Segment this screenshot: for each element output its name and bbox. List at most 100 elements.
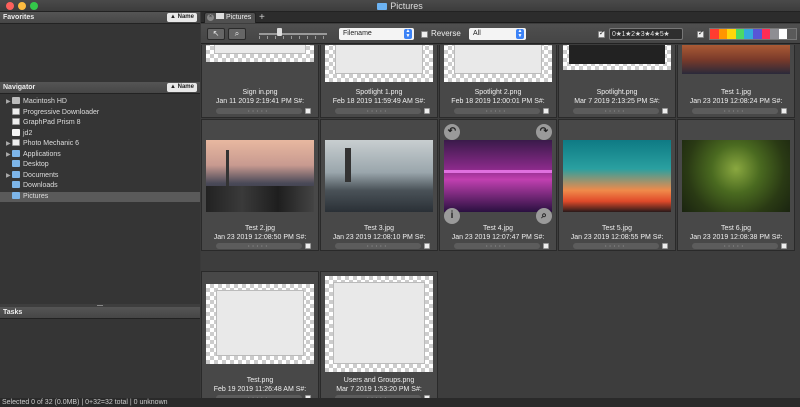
thumbnail-image — [325, 140, 433, 212]
navigator-item-applications[interactable]: ▶ Applications — [0, 149, 200, 161]
color-swatch[interactable] — [735, 29, 745, 39]
document-icon — [12, 128, 20, 136]
rating-bar[interactable]: ••••• — [692, 108, 778, 114]
rating-bar[interactable]: ••••• — [335, 108, 421, 114]
tag-checkbox[interactable] — [305, 108, 311, 114]
navigator-item-jd2[interactable]: jd2 — [0, 128, 200, 140]
star-rating-filter[interactable]: 0★1★2★3★4★5★ — [609, 28, 683, 40]
navigator-sort-button[interactable]: ▲ Name — [167, 83, 197, 92]
navigator-item-downloads[interactable]: Downloads — [0, 181, 200, 192]
slider-knob[interactable] — [277, 28, 282, 36]
info-icon[interactable]: i — [444, 208, 460, 224]
thumbnail-filename: Test 2.jpg — [245, 225, 275, 232]
rating-bar[interactable]: ••••• — [335, 243, 421, 249]
tag-checkbox[interactable] — [662, 243, 668, 249]
app-icon — [12, 118, 20, 125]
navigator-item-graphpad-prism[interactable]: GraphPad Prism 8 — [0, 118, 200, 129]
navigator-item-documents[interactable]: ▶ Documents — [0, 170, 200, 182]
thumbnail-date: Jan 11 2019 2:19:41 PM S#: — [215, 98, 305, 105]
color-filter-checkbox[interactable] — [697, 29, 704, 38]
sidebar: Favorites ▲ Name Navigator ▲ Name ▶ Macin… — [0, 12, 200, 398]
navigator-item-desktop[interactable]: Desktop — [0, 160, 200, 171]
thumbnail-cell[interactable]: Test.png Feb 19 2019 11:26:48 AM S#: •••… — [201, 271, 319, 398]
thumbnail-cell[interactable]: Users and Groups.png Mar 7 2019 1:53:20 … — [320, 271, 438, 398]
thumbnail-date: Jan 23 2019 12:07:47 PM S#: — [451, 234, 545, 241]
color-swatch[interactable] — [778, 29, 788, 39]
thumbnail-filename: Test.png — [246, 377, 274, 384]
thumbnail-date: Feb 19 2019 11:26:48 AM S#: — [213, 386, 307, 393]
thumbnail-cell[interactable]: Spotlight 1.png Feb 18 2019 11:59:49 AM … — [320, 45, 438, 118]
color-class-filter[interactable] — [709, 28, 797, 40]
zoom-icon[interactable]: ⌕ — [536, 208, 552, 224]
close-tab-icon[interactable]: × — [207, 14, 214, 21]
folder-icon — [377, 3, 388, 10]
thumbnail-size-slider[interactable] — [259, 33, 327, 39]
navigator-item-progressive-downloader[interactable]: Progressive Downloader — [0, 107, 200, 119]
navigator-item-photo-mechanic[interactable]: ▶ Photo Mechanic 6 — [0, 139, 200, 150]
thumbnail-cell[interactable]: Test 3.jpg Jan 23 2019 12:08:10 PM S#: •… — [320, 119, 438, 251]
thumbnail-image — [563, 45, 671, 70]
rating-bar[interactable]: ••••• — [216, 243, 302, 249]
thumbnail-cell[interactable]: Test 2.jpg Jan 23 2019 12:08:50 PM S#: •… — [201, 119, 319, 251]
tag-checkbox[interactable] — [424, 243, 430, 249]
thumbnail-date: Jan 23 2019 12:08:50 PM S#: — [213, 234, 307, 241]
folder-icon — [12, 160, 20, 167]
thumbnail-cell[interactable]: Test 1.jpg Jan 23 2019 12:08:24 PM S#: •… — [677, 45, 795, 118]
thumbnail-cell[interactable]: Test 6.jpg Jan 23 2019 12:08:38 PM S#: •… — [677, 119, 795, 251]
rotate-right-icon[interactable]: ↷ — [536, 124, 552, 140]
favorites-sort-button[interactable]: ▲ Name — [167, 13, 197, 22]
color-swatch[interactable] — [752, 29, 762, 39]
star-filter-checkbox[interactable] — [598, 29, 605, 38]
app-icon — [12, 139, 20, 146]
thumbnail-filename: Sign in.png — [242, 89, 278, 96]
color-swatch[interactable] — [710, 29, 719, 39]
tasks-list — [0, 319, 200, 398]
rating-bar[interactable]: ••••• — [573, 108, 659, 114]
rating-bar[interactable]: ••••• — [216, 108, 302, 114]
tag-checkbox[interactable] — [543, 243, 549, 249]
thumbnail-cell[interactable]: ↶ ↷ i ⌕ Test 4.jpg Jan 23 2019 12:07:47 … — [439, 119, 557, 251]
navigator-item-macintosh-hd[interactable]: ▶ Macintosh HD — [0, 97, 200, 108]
add-tab-button[interactable]: + — [259, 12, 265, 23]
thumbnail-filename: Users and Groups.png — [343, 377, 415, 384]
thumbnail-filename: Spotlight 2.png — [474, 89, 522, 96]
rating-bar[interactable]: ••••• — [454, 243, 540, 249]
reverse-checkbox[interactable] — [421, 31, 428, 38]
navigator-item-pictures[interactable]: Pictures — [0, 191, 200, 202]
rotate-left-icon[interactable]: ↶ — [444, 124, 460, 140]
rating-bar[interactable]: ••••• — [454, 108, 540, 114]
thumbnail-cell[interactable]: Sign in.png Jan 11 2019 2:19:41 PM S#: •… — [201, 45, 319, 118]
zoom-tool-button[interactable]: ⌕ — [228, 28, 246, 40]
sort-field-select[interactable]: Filename ▲ ▼ — [339, 28, 414, 40]
tag-checkbox[interactable] — [543, 108, 549, 114]
thumbnail-cell[interactable]: Test 5.jpg Jan 23 2019 12:08:55 PM S#: •… — [558, 119, 676, 251]
tag-checkbox[interactable] — [781, 108, 787, 114]
favorites-list[interactable] — [0, 24, 200, 82]
thumbnail-filename: Spotlight 1.png — [355, 89, 403, 96]
window-title: Pictures — [0, 1, 800, 11]
folder-icon — [12, 149, 20, 157]
thumbnail-image — [325, 276, 433, 372]
rating-bar[interactable]: ••••• — [692, 243, 778, 249]
folder-icon — [12, 170, 20, 178]
color-swatch[interactable] — [787, 29, 796, 39]
filter-select[interactable]: All ▲ ▼ — [469, 28, 526, 40]
thumbnail-filename: Test 5.jpg — [602, 225, 632, 232]
thumbnail-date: Jan 23 2019 12:08:38 PM S#: — [689, 234, 783, 241]
navigator-title: Navigator — [3, 84, 36, 91]
tag-checkbox[interactable] — [781, 243, 787, 249]
color-swatch[interactable] — [770, 29, 779, 39]
thumbnail-cell[interactable]: Spotlight.png Mar 7 2019 2:13:25 PM S#: … — [558, 45, 676, 118]
color-swatch[interactable] — [718, 29, 728, 39]
tag-checkbox[interactable] — [305, 243, 311, 249]
tag-checkbox[interactable] — [662, 108, 668, 114]
thumbnail-image — [563, 140, 671, 212]
tag-checkbox[interactable] — [424, 108, 430, 114]
select-tool-button[interactable]: ↖ — [207, 28, 225, 40]
thumbnail-cell[interactable]: Spotlight 2.png Feb 18 2019 12:00:01 PM … — [439, 45, 557, 118]
color-swatch[interactable] — [761, 29, 771, 39]
color-swatch[interactable] — [727, 29, 736, 39]
tab-pictures[interactable]: × Pictures — [204, 12, 256, 23]
rating-bar[interactable]: ••••• — [573, 243, 659, 249]
color-swatch[interactable] — [744, 29, 753, 39]
